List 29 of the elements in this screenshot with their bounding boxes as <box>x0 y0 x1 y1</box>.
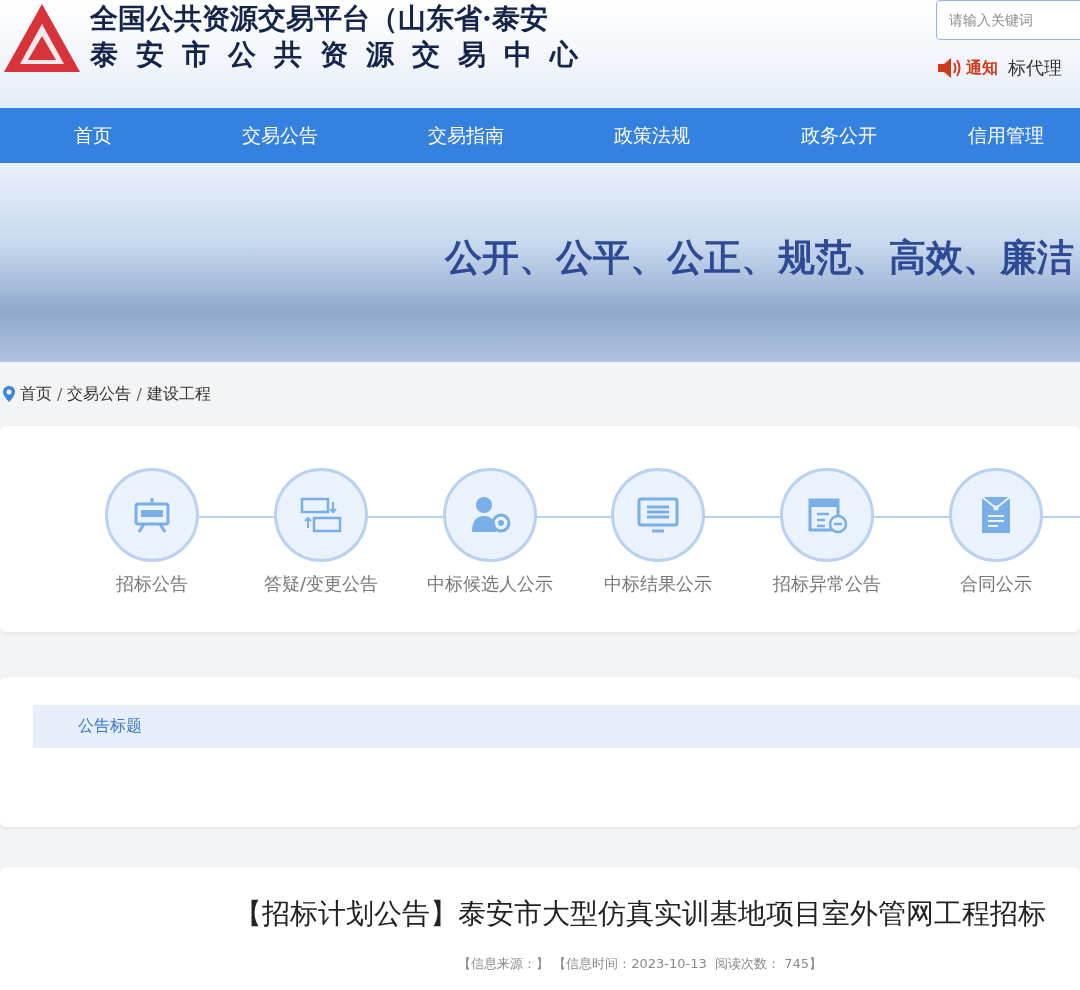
article-title: 【招标计划公告】泰安市大型仿真实训基地项目室外管网工程招标 <box>234 896 1046 932</box>
nav-tab[interactable]: 首页 <box>0 108 187 163</box>
nav-tab[interactable]: 政策法规 <box>559 108 746 163</box>
nav-tab[interactable]: 信用管理 <box>932 108 1080 163</box>
article-meta: 【信息来源：】 【信息时间：2023-10-13 阅读次数： 745】 <box>458 955 822 973</box>
category-link[interactable]: 中标候选人公示 <box>426 572 553 596</box>
site-subtitle: 泰安市公共资源交易中心 <box>90 37 596 73</box>
breadcrumb-separator: / <box>135 384 143 404</box>
nav-tab[interactable]: 交易公告 <box>186 108 373 163</box>
nav-tab[interactable]: 交易指南 <box>372 108 560 163</box>
location-pin-icon <box>2 385 16 403</box>
category-link[interactable]: 中标结果公示 <box>604 572 713 596</box>
banner-slogan: 公开、公平、公正、规范、高效、廉洁 <box>445 233 1074 281</box>
category-link[interactable]: 答疑/变更公告 <box>263 572 379 596</box>
breadcrumb-link[interactable]: 首页 <box>20 383 52 405</box>
site-title: 全国公共资源交易平台（山东省·泰安 <box>90 2 549 36</box>
category-link[interactable]: 合同公示 <box>959 572 1032 596</box>
nav-tab[interactable]: 政务公开 <box>745 108 933 163</box>
logo-icon <box>2 2 82 74</box>
search-field[interactable]: 请输入关键词 <box>936 0 1080 40</box>
speaker-icon <box>936 56 962 80</box>
category-link[interactable]: 招标公告 <box>116 572 189 596</box>
breadcrumb-link[interactable]: 交易公告 <box>67 383 132 405</box>
category-link[interactable]: 招标异常公告 <box>773 572 881 596</box>
notice-label: 通知 <box>966 57 998 79</box>
notice-text[interactable]: 标代理 <box>1002 56 1062 80</box>
column-header: 公告标题 <box>33 705 1080 748</box>
breadcrumb-separator: / <box>56 384 64 404</box>
breadcrumb-link[interactable]: 建设工程 <box>146 383 211 405</box>
